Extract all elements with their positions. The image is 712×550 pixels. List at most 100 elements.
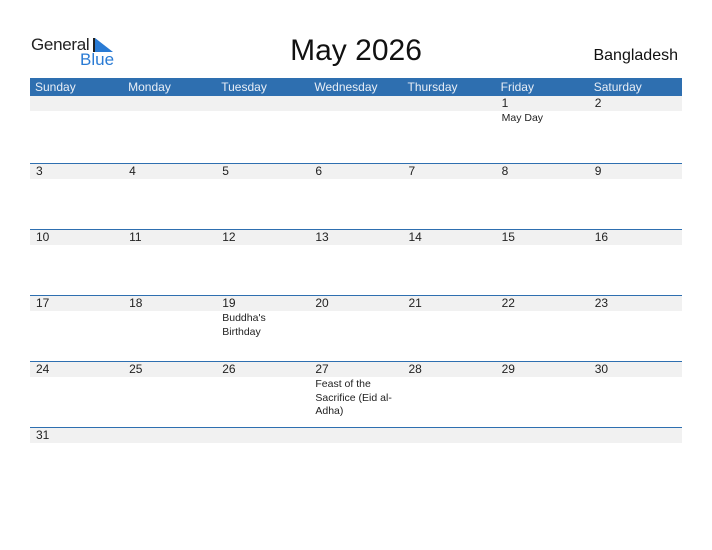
day-number: 24 [36, 362, 50, 376]
day-number: 4 [129, 164, 136, 178]
day-cell: 24 [30, 362, 123, 419]
day-cell: 3 [30, 164, 123, 180]
day-number: 5 [222, 164, 229, 178]
day-cell [216, 428, 309, 444]
day-cell [589, 428, 682, 444]
day-number [409, 428, 496, 443]
holiday-label: Buddha's Birthday [222, 312, 266, 338]
day-cell: 21 [403, 296, 496, 339]
week-row: 31 [30, 427, 682, 493]
weekday-wednesday: Wednesday [314, 80, 378, 94]
day-number: 21 [408, 296, 422, 310]
day-number [315, 96, 402, 111]
day-number [409, 96, 496, 111]
day-number [502, 428, 589, 443]
day-number [595, 428, 682, 443]
day-cell [403, 428, 496, 444]
day-cell: 6 [309, 164, 402, 180]
day-cell: 10 [30, 230, 123, 246]
day-cell [216, 96, 309, 126]
day-number [36, 96, 123, 111]
day-cell [30, 96, 123, 126]
day-cell: 17 [30, 296, 123, 339]
day-number: 27 [315, 362, 329, 376]
day-cell [496, 428, 589, 444]
day-number [129, 96, 216, 111]
weekday-monday: Monday [128, 80, 171, 94]
day-cell: 14 [403, 230, 496, 246]
day-cell: 26 [216, 362, 309, 419]
day-number: 15 [501, 230, 515, 244]
day-cell [403, 96, 496, 126]
day-cell: 4 [123, 164, 216, 180]
day-number: 12 [222, 230, 236, 244]
day-cell: 30 [589, 362, 682, 419]
day-number: 23 [594, 296, 609, 310]
week-row: 1 May Day 2 [30, 96, 682, 163]
day-number: 6 [315, 164, 323, 178]
weekday-saturday: Saturday [593, 80, 642, 94]
day-cell: 5 [216, 164, 309, 180]
day-number [129, 428, 216, 443]
weekday-thursday: Thursday [407, 80, 458, 94]
day-number: 26 [222, 362, 236, 376]
day-number: 30 [594, 362, 609, 376]
day-cell [123, 428, 216, 444]
day-number: 31 [36, 428, 50, 442]
day-number: 13 [315, 230, 329, 244]
day-cell: 25 [123, 362, 216, 419]
day-number: 14 [408, 230, 422, 244]
day-number: 29 [501, 362, 515, 376]
day-cell: 22 [496, 296, 589, 339]
week-row: 10 11 12 13 14 15 16 [30, 229, 682, 295]
week-row: 3 4 5 6 7 8 9 [30, 163, 682, 229]
day-cell [309, 96, 402, 126]
day-cell: 7 [403, 164, 496, 180]
day-number: 16 [594, 230, 609, 244]
day-cell: 13 [309, 230, 402, 246]
day-number [315, 428, 402, 443]
week-row: 24 25 26 27 Feast of the Sacrifice (Eid al-A… [30, 361, 682, 427]
day-number: 2 [594, 96, 602, 110]
weekday-header: Sunday Monday Tuesday Wednesday Thursday… [30, 78, 682, 96]
day-number [222, 428, 309, 443]
day-cell: 8 [496, 164, 589, 180]
day-number: 9 [594, 164, 602, 178]
holiday-label: May Day [501, 112, 544, 124]
day-number: 10 [36, 230, 50, 244]
day-number: 22 [501, 296, 515, 310]
day-number: 7 [408, 164, 416, 178]
day-number: 25 [129, 362, 143, 376]
day-number: 17 [36, 296, 50, 310]
day-number: 11 [129, 230, 142, 244]
day-cell [123, 96, 216, 126]
day-cell: 20 [309, 296, 402, 339]
holiday-label: Feast of the Sacrifice (Eid al-Adha) [315, 378, 392, 417]
day-cell: 29 [496, 362, 589, 419]
country-label: Bangladesh [593, 47, 678, 64]
day-cell: 28 [403, 362, 496, 419]
day-number: 1 [501, 96, 509, 110]
day-cell: 16 [589, 230, 682, 246]
week-row: 17 18 19 Buddha's Birthday 20 21 22 23 [30, 295, 682, 361]
day-cell: 1 May Day [496, 96, 589, 126]
day-cell: 23 [589, 296, 682, 339]
day-number: 18 [129, 296, 143, 310]
day-cell: 12 [216, 230, 309, 246]
day-number: 8 [501, 164, 509, 178]
day-cell: 2 [589, 96, 682, 126]
day-number: 28 [408, 362, 422, 376]
calendar-grid: Sunday Monday Tuesday Wednesday Thursday… [30, 78, 682, 493]
day-cell: 11 [123, 230, 216, 246]
day-number: 3 [36, 164, 43, 178]
weeks-container: 1 May Day 2 3 4 5 6 7 8 9 10 11 12 13 14 15 16 17 18 19 Budd… [30, 96, 682, 493]
day-cell [309, 428, 402, 444]
weekday-sunday: Sunday [35, 80, 76, 94]
day-cell: 9 [589, 164, 682, 180]
day-cell: 27 Feast of the Sacrifice (Eid al-Adha) [309, 362, 402, 419]
day-number: 20 [315, 296, 329, 310]
weekday-friday: Friday [500, 80, 534, 94]
weekday-tuesday: Tuesday [221, 80, 267, 94]
day-cell: 18 [123, 296, 216, 339]
day-cell: 31 [30, 428, 123, 444]
